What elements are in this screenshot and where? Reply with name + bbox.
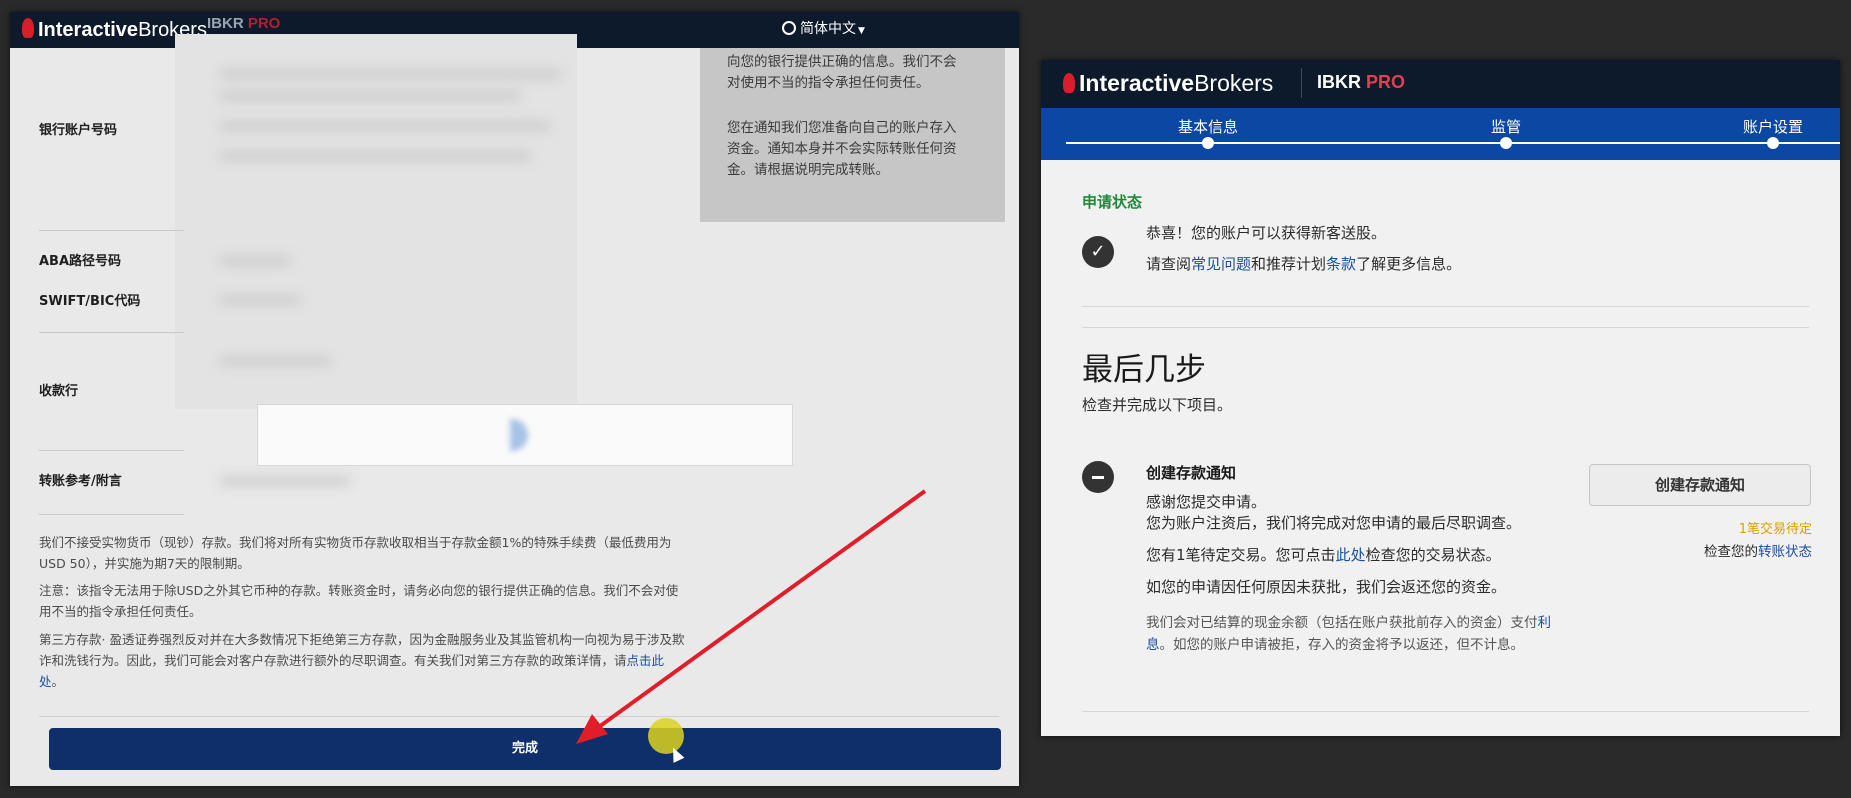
ibkr-text: IBKR bbox=[207, 15, 244, 32]
interest-note-text: 我们会对已结算的现金余额（包括在账户获批前存入的资金）支付 bbox=[1146, 615, 1538, 631]
redacted-line bbox=[220, 122, 550, 130]
redacted-line bbox=[220, 92, 520, 100]
deposit-line2: 您为账户注资后，我们将完成对您申请的最后尽职调查。 bbox=[1146, 514, 1522, 532]
ibkr-pro-label: IBKR PRO bbox=[1317, 72, 1405, 93]
ibkr-text: IBKR bbox=[1317, 72, 1361, 92]
flame-icon bbox=[1063, 73, 1075, 93]
step-regulatory: 监管 bbox=[1490, 118, 1522, 136]
faq-link[interactable]: 常见问题 bbox=[1191, 255, 1251, 273]
aba-label: ABA路径号码 bbox=[39, 254, 122, 269]
pro-text: PRO bbox=[1366, 72, 1406, 92]
logo-divider bbox=[1301, 68, 1302, 98]
interest-note: 我们会对已结算的现金余额（包括在账户获批前存入的资金）支付利息。如您的账户申请被… bbox=[1146, 612, 1556, 656]
step-dot bbox=[1202, 137, 1214, 149]
deposit-line3-text: 您有1笔待定交易。您可点击 bbox=[1146, 546, 1336, 564]
check-icon: ✓ bbox=[1082, 236, 1114, 268]
redacted-line bbox=[220, 70, 560, 78]
application-status-window: InteractiveBrokers IBKR PRO 基本信息 监管 账户设置… bbox=[1041, 60, 1840, 736]
step-account-settings: 账户设置 bbox=[1742, 118, 1804, 136]
cash-deposit-note: 我们不接受实物货币（现钞）存款。我们将对所有实物货币存款收取相当于存款金额1%的… bbox=[39, 535, 672, 571]
currency-note: 注意：该指令无法用于除USD之外其它币种的存款。转账资金时，请务必向您的银行提供… bbox=[39, 583, 679, 619]
status-links-line: 请查阅常见问题和推荐计划条款了解更多信息。 bbox=[1146, 253, 1461, 274]
redacted-popup bbox=[257, 404, 793, 466]
blurred-shape bbox=[510, 419, 528, 451]
logo-text-thin: Brokers bbox=[1194, 70, 1274, 96]
third-party-note-text: 第三方存款· 盈透证券强烈反对并在大多数情况下拒绝第三方存款，因为金融服务业及其… bbox=[39, 632, 685, 668]
transfer-status-link[interactable]: 转账状态 bbox=[1758, 544, 1812, 560]
redacted-line bbox=[220, 152, 530, 160]
status-links-text: 和推荐计划 bbox=[1251, 255, 1327, 273]
side-info-para2: 您在通知我们您准备向自己的账户存入资金。通知本身并不会实际转账任何资金。请根据说… bbox=[727, 120, 957, 178]
logo-text-bold: Interactive bbox=[1079, 70, 1195, 96]
create-deposit-notice-button[interactable]: 创建存款通知 bbox=[1589, 464, 1811, 506]
pending-transaction-badge: 1笔交易待定 bbox=[1738, 522, 1812, 537]
check-status-text: 检查您的 bbox=[1704, 544, 1758, 560]
done-button[interactable]: 完成 bbox=[49, 728, 1001, 770]
progress-stepper: 基本信息 监管 账户设置 bbox=[1041, 108, 1840, 160]
flame-icon bbox=[22, 18, 34, 38]
beneficiary-bank-label: 收款行 bbox=[39, 384, 79, 399]
status-links-text: 了解更多信息。 bbox=[1356, 255, 1462, 273]
side-info-para1: 向您的银行提供正确的信息。我们不会对使用不当的指令承担任何责任。 bbox=[727, 54, 957, 91]
ibkr-pro-label: IBKR PRO bbox=[207, 15, 280, 32]
divider bbox=[1082, 711, 1809, 712]
globe-icon bbox=[782, 21, 796, 35]
status-message: 恭喜！您的账户可以获得新客送股。 bbox=[1146, 224, 1387, 242]
final-steps-subtitle: 检查并完成以下项目。 bbox=[1082, 396, 1233, 414]
logo-text-bold: Interactive bbox=[38, 19, 139, 41]
application-status-title: 申请状态 bbox=[1082, 193, 1143, 211]
terms-link[interactable]: 条款 bbox=[1326, 255, 1356, 273]
caret-down-icon: ▼ bbox=[858, 26, 865, 36]
redacted-line bbox=[220, 357, 330, 365]
deposit-line3-text: 检查您的交易状态。 bbox=[1365, 546, 1501, 564]
divider bbox=[39, 332, 184, 333]
check-transfer-status: 检查您的转账状态 bbox=[1704, 540, 1812, 560]
reference-label: 转账参考/附言 bbox=[39, 474, 122, 489]
swift-label: SWIFT/BIC代码 bbox=[39, 294, 141, 309]
interest-note-text: 。如您的账户申请被拒，存入的资金将予以返还，但不计息。 bbox=[1159, 637, 1525, 653]
step-dot bbox=[1500, 137, 1512, 149]
top-nav-bar: InteractiveBrokers IBKR PRO bbox=[1041, 60, 1840, 108]
divider bbox=[39, 514, 184, 515]
stepper-line bbox=[1066, 142, 1840, 144]
language-selector[interactable]: 简体中文 ▼ bbox=[782, 18, 865, 38]
deposit-line4: 如您的申请因任何原因未获批，我们会返还您的资金。 bbox=[1146, 578, 1507, 596]
divider bbox=[39, 716, 999, 717]
redacted-line bbox=[220, 296, 300, 304]
step-basic-info: 基本信息 bbox=[1177, 118, 1239, 136]
redacted-line bbox=[220, 257, 290, 265]
redacted-line bbox=[220, 477, 350, 485]
redacted-details bbox=[175, 34, 577, 409]
divider bbox=[1082, 327, 1809, 328]
step-dot bbox=[1767, 137, 1779, 149]
divider bbox=[39, 450, 184, 451]
deposit-line1: 感谢您提交申请。 bbox=[1146, 493, 1267, 511]
third-party-note-end: 。 bbox=[51, 674, 65, 689]
status-links-text: 请查阅 bbox=[1146, 255, 1192, 273]
pro-text: PRO bbox=[247, 15, 281, 32]
language-label: 简体中文 bbox=[800, 21, 856, 37]
divider bbox=[1082, 306, 1809, 307]
bank-account-label: 银行账户号码 bbox=[39, 123, 118, 138]
side-info-panel: 向您的银行提供正确的信息。我们不会对使用不当的指令承担任何责任。 您在通知我们您… bbox=[700, 48, 1005, 222]
pending-minus-icon bbox=[1082, 461, 1114, 493]
deposit-instructions-window: InteractiveBrokers IBKR PRO 简体中文 ▼ 向您的银行提… bbox=[10, 12, 1019, 786]
final-steps-title: 最后几步 bbox=[1082, 352, 1206, 388]
ib-logo[interactable]: InteractiveBrokers bbox=[1063, 70, 1273, 97]
deposit-item-title: 创建存款通知 bbox=[1146, 464, 1237, 482]
deposit-line3: 您有1笔待定交易。您可点击此处检查您的交易状态。 bbox=[1146, 544, 1501, 565]
third-party-note: 第三方存款· 盈透证券强烈反对并在大多数情况下拒绝第三方存款，因为金融服务业及其… bbox=[39, 629, 689, 692]
divider bbox=[39, 230, 184, 231]
here-link[interactable]: 此处 bbox=[1336, 546, 1366, 564]
